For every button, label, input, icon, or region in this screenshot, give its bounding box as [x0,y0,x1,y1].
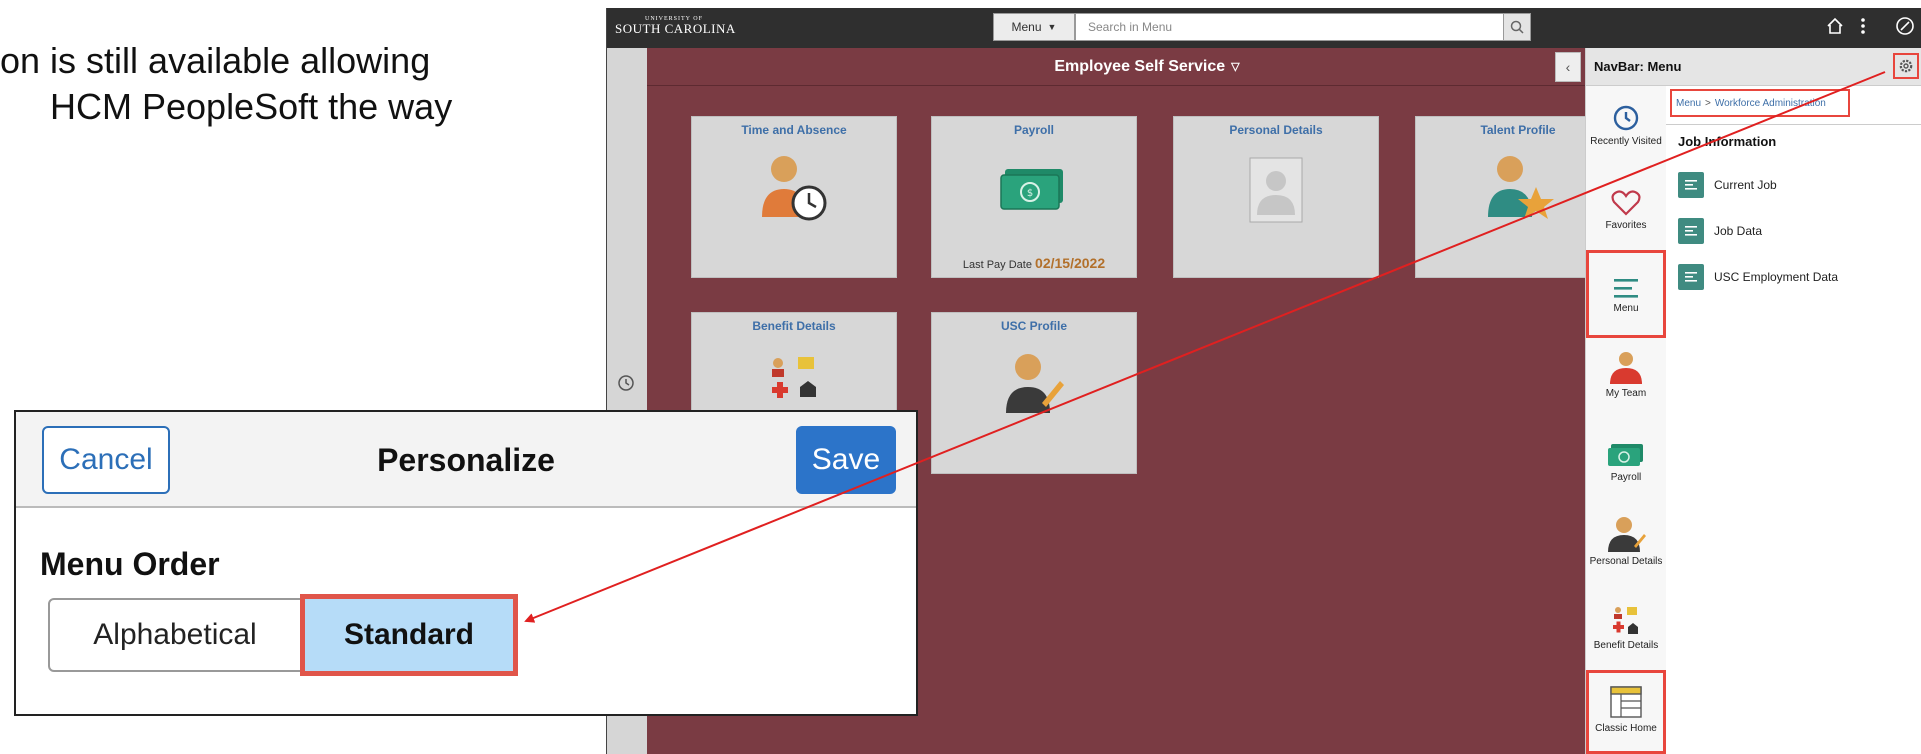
menu-link-label: USC Employment Data [1714,270,1839,284]
menu-link-label: Current Job [1714,178,1777,192]
chevron-left-icon: ‹ [1565,59,1571,75]
breadcrumb-divider [1666,124,1921,125]
team-icon [1586,338,1666,388]
menu-link-current-job[interactable]: Current Job [1678,172,1777,198]
document-icon [1678,264,1704,290]
save-button[interactable]: Save [796,426,896,494]
navbar-content: Menu > Workforce Administration Job Info… [1666,86,1921,754]
benefits-icon [1586,590,1666,640]
navbar-rail: Recently Visited Favorites Menu My Team … [1586,86,1666,754]
tile-title: Time and Absence [741,123,847,137]
search-input[interactable]: Search in Menu [1075,13,1509,41]
menu-order-label: Menu Order [40,546,220,582]
search-placeholder: Search in Menu [1088,20,1173,34]
top-bar: UNIVERSITY OF SOUTH CAROLINA Menu ▼ Sear… [607,8,1921,48]
person-icon [1586,506,1666,556]
nav-item-label: My Team [1605,388,1647,399]
nav-item-benefit-details[interactable]: Benefit Details [1586,590,1666,674]
document-icon [1678,172,1704,198]
nav-item-label: Menu [1613,303,1639,314]
homepage-title-bar[interactable]: Employee Self Service ▽ [647,48,1647,86]
tile-personal-details[interactable]: Personal Details [1173,116,1379,278]
classic-home-icon [1589,673,1663,723]
tile-title: Payroll [1013,123,1055,137]
homepage-title: Employee Self Service [1054,57,1226,75]
caret-down-icon: ▽ [1231,61,1240,73]
option-alphabetical[interactable]: Alphabetical [48,598,302,672]
chevron-right-icon: > [1705,97,1711,109]
usc-logo: UNIVERSITY OF SOUTH CAROLINA [615,16,736,36]
navbar-title: NavBar: Menu [1594,59,1682,74]
option-standard[interactable]: Standard [300,594,518,676]
nav-item-label: Classic Home [1595,723,1657,734]
nav-item-label: Favorites [1605,220,1647,231]
nav-item-favorites[interactable]: Favorites [1586,170,1666,254]
search-icon [1510,20,1524,34]
nav-item-personal-details[interactable]: Personal Details [1586,506,1666,590]
breadcrumb: Menu > Workforce Administration [1670,89,1850,117]
nav-item-label: Recently Visited [1590,136,1662,147]
heart-icon [1586,170,1666,220]
document-icon [1678,218,1704,244]
benefits-icon [692,353,896,409]
last-pay-date-label: Last Pay Date [962,259,1032,271]
nav-item-my-team[interactable]: My Team [1586,338,1666,422]
recent-clock-icon[interactable] [617,374,635,397]
section-title: Job Information [1678,134,1777,149]
slide-text: on is still available allowing HCM Peopl… [0,38,452,130]
nav-item-payroll[interactable]: Payroll [1586,422,1666,506]
money-icon: $ [932,165,1136,211]
svg-text:$: $ [1027,188,1033,199]
personalize-dialog: Cancel Personalize Save Menu Order Alpha… [14,410,918,716]
menu-link-job-data[interactable]: Job Data [1678,218,1762,244]
slide-text-line-2: HCM PeopleSoft the way [50,86,453,127]
more-vertical-icon[interactable] [1860,16,1866,41]
tile-title: USC Profile [1000,319,1067,333]
tile-payroll[interactable]: Payroll $ Last Pay Date 02/15/2022 [931,116,1137,278]
caret-down-icon: ▼ [1047,22,1057,32]
menu-dropdown-label: Menu [1011,20,1042,34]
last-pay-date: Last Pay Date 02/15/2022 [932,255,1136,271]
menu-link-label: Job Data [1714,224,1763,238]
nav-item-label: Benefit Details [1593,640,1659,651]
time-absence-icon [692,147,896,227]
gear-icon [1899,59,1913,73]
home-icon[interactable] [1825,16,1845,41]
photo-placeholder-icon [1174,157,1378,223]
dialog-header: Cancel Personalize Save [16,412,916,508]
navbar-compass-icon[interactable] [1895,16,1915,41]
slide-text-line-1: on is still available allowing [0,40,431,81]
money-icon [1586,422,1666,472]
nav-item-classic-home[interactable]: Classic Home [1586,670,1666,754]
nav-item-menu[interactable]: Menu [1586,250,1666,338]
tile-usc-profile[interactable]: USC Profile [931,312,1137,474]
search-button[interactable] [1503,13,1531,41]
nav-item-label: Payroll [1610,472,1642,483]
menu-dropdown-button[interactable]: Menu ▼ [993,13,1075,41]
collapse-navbar-button[interactable]: ‹ [1555,52,1581,82]
navbar-settings-button[interactable] [1893,53,1919,79]
nav-item-recently-visited[interactable]: Recently Visited [1586,86,1666,170]
menu-icon [1589,253,1663,303]
clock-icon [1586,86,1666,136]
last-pay-date-value: 02/15/2022 [1035,255,1106,271]
dialog-title: Personalize [377,442,555,478]
menu-link-usc-employment-data[interactable]: USC Employment Data [1678,264,1838,290]
usc-profile-icon [932,343,1136,423]
tile-title: Benefit Details [752,319,836,333]
tile-title: Personal Details [1229,123,1323,137]
navbar-header: NavBar: Menu [1586,48,1921,86]
navbar-panel: NavBar: Menu Recently Visited Favorites … [1585,48,1921,754]
tile-time-and-absence[interactable]: Time and Absence [691,116,897,278]
nav-item-label: Personal Details [1589,556,1663,567]
breadcrumb-root[interactable]: Menu [1676,98,1701,109]
breadcrumb-current[interactable]: Workforce Administration [1715,98,1826,109]
